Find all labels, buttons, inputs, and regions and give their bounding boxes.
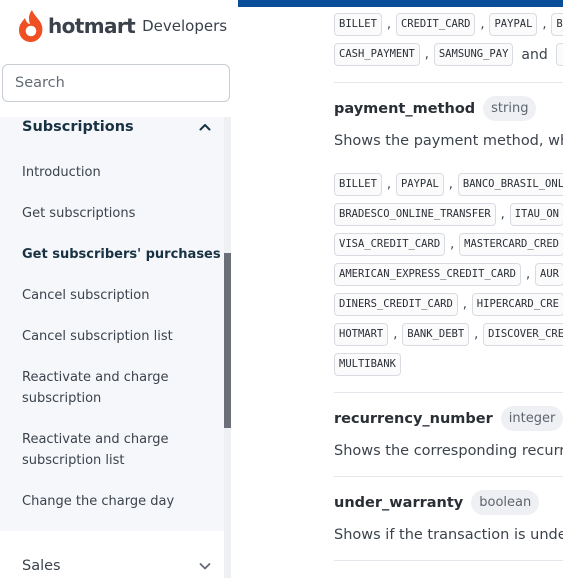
nav-section-title: Subscriptions [22,119,134,135]
value-line: MULTIBANK [334,353,401,376]
brand-subtitle: Developers [142,17,228,35]
conjunction-text: and [521,46,548,63]
chevron-up-icon [199,124,211,131]
value-line: DINERS_CREDIT_CARD, HIPERCARD_CRE [334,293,563,316]
sidebar-item-introduction[interactable]: Introduction [22,162,101,183]
field-description: Shows the payment method, whi [334,133,563,149]
enum-chip: CREDIT_CARD [395,13,476,36]
field-description: Shows the corresponding recurre [334,443,563,459]
sidebar-item-cancel-subscription-list[interactable]: Cancel subscription list [22,326,173,347]
enum-chip: BANK_DEBT [402,323,470,346]
enum-chip: MULTIBANK [334,353,401,376]
sidebar-item-reactivate-and-charge-list[interactable]: Reactivate and charge subscription list [22,429,182,471]
sidebar-item-reactivate-and-charge[interactable]: Reactivate and charge subscription [22,367,182,409]
value-line: VISA_CREDIT_CARD, MASTERCARD_CRED [334,233,563,256]
value-line: BRADESCO_ONLINE_TRANSFER, ITAU_ON [334,203,563,226]
field-type-badge: boolean [471,490,540,515]
enum-chip: MASTERCARD_CRED [459,233,563,256]
search-input[interactable] [2,64,230,102]
value-line: BILLET, CREDIT_CARD, PAYPAL, B [334,13,563,36]
brand-name: hotmart [48,14,136,38]
nav-section-panel: Subscriptions Introduction Get subscript… [0,117,224,531]
field-description: Shows if the transaction is under [334,527,563,543]
field-type-badge: integer [500,406,563,431]
main-content: BILLET, CREDIT_CARD, PAYPAL, B CASH_PAYM… [238,0,563,578]
hotmart-flame-icon [19,10,43,42]
enum-chip: ITAU_ON [509,203,563,226]
field-divider [334,82,563,83]
field-divider [334,392,563,393]
sidebar-item-get-subscribers-purchases[interactable]: Get subscribers' purchases [22,244,221,265]
field-header: under_warranty boolean [334,490,540,515]
top-header-bar [238,0,563,7]
field-name: payment_method [334,100,476,117]
nav-section-header-subscriptions[interactable]: Subscriptions [22,117,212,137]
enum-chip: DINERS_CREDIT_CARD [334,293,458,316]
enum-chip: HOTMART [334,323,389,346]
field-header: payment_method string [334,96,537,121]
enum-chip: HIPERCARD_CRE [471,293,563,316]
enum-chip: DISCOVER_CRE [483,323,563,346]
enum-chip [555,43,563,66]
sidebar-item-change-charge-day[interactable]: Change the charge day [22,491,174,512]
enum-chip: BRADESCO_ONLINE_TRANSFER [334,203,496,226]
enum-chip: SAMSUNG_PAY [433,43,514,66]
field-header: recurrency_number integer [334,406,563,431]
enum-chip: AMERICAN_EXPRESS_CREDIT_CARD [334,263,522,286]
enum-chip: B [551,13,563,36]
brand-logo[interactable]: hotmart Developers [17,6,227,46]
sidebar: hotmart Developers Subscriptions Introdu… [0,0,238,578]
sidebar-item-get-subscriptions[interactable]: Get subscriptions [22,203,135,224]
field-divider [334,476,563,477]
enum-chip: CASH_PAYMENT [334,43,420,66]
value-line: BILLET, PAYPAL, BANCO_BRASIL_ONL [334,173,563,196]
nav-section-title-sales: Sales [22,558,61,574]
enum-chip: VISA_CREDIT_CARD [334,233,446,256]
field-type-badge: string [483,96,537,121]
sidebar-item-cancel-subscription[interactable]: Cancel subscription [22,285,149,306]
value-line: CASH_PAYMENT, SAMSUNG_PAY and [334,43,563,66]
nav-section-header-sales[interactable]: Sales [22,555,212,577]
field-divider [334,560,563,561]
value-line: HOTMART, BANK_DEBT, DISCOVER_CRE [334,323,563,346]
enum-chip: PAYPAL [489,13,538,36]
field-name: recurrency_number [334,410,493,427]
enum-chip: BILLET [334,13,382,36]
enum-chip: BILLET [334,173,382,196]
value-line: AMERICAN_EXPRESS_CREDIT_CARD, AUR [334,263,563,286]
enum-chip: AUR [535,263,563,286]
enum-chip: BANCO_BRASIL_ONL [457,173,563,196]
field-name: under_warranty [334,494,464,511]
enum-chip: PAYPAL [395,173,444,196]
sidebar-scrollbar-thumb[interactable] [224,253,231,428]
chevron-down-icon [199,563,211,570]
